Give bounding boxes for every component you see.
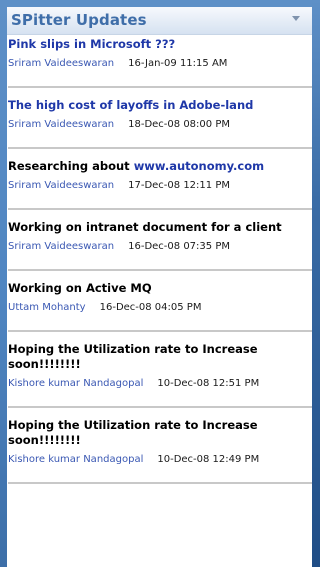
update-meta: Sriram Vaideeswaran 16-Dec-08 07:35 PM [8,237,312,257]
window-frame-right [312,0,320,567]
update-date: 16-Jan-09 11:15 AM [128,58,228,69]
author-link[interactable]: Kishore kumar Nandagopal [8,454,143,465]
spitter-updates-panel: SPitter Updates Pink slips in Microsoft … [7,7,312,567]
updates-list: Pink slips in Microsoft ??? Sriram Vaide… [7,35,312,484]
update-title: Hoping the Utilization rate to Increase … [8,342,258,371]
list-item: The high cost of layoffs in Adobe-land S… [8,96,312,149]
author-link[interactable]: Sriram Vaideeswaran [8,58,114,69]
update-date: 10-Dec-08 12:51 PM [157,378,260,389]
update-title: Researching about www.autonomy.com [8,159,312,174]
update-meta: Uttam Mohanty 16-Dec-08 04:05 PM [8,298,312,318]
author-link[interactable]: Uttam Mohanty [8,302,86,313]
update-date: 16-Dec-08 07:35 PM [128,241,230,252]
update-date: 17-Dec-08 12:11 PM [128,180,230,191]
panel-header: SPitter Updates [7,7,312,35]
update-date: 18-Dec-08 08:00 PM [128,119,230,130]
author-link[interactable]: Sriram Vaideeswaran [8,180,114,191]
list-item: Hoping the Utilization rate to Increase … [8,416,312,484]
update-title: Working on intranet document for a clien… [8,220,282,234]
website-link[interactable]: www.autonomy.com [134,159,264,173]
update-title: Hoping the Utilization rate to Increase … [8,418,258,447]
update-title-link[interactable]: Pink slips in Microsoft ??? [8,37,312,52]
update-meta: Sriram Vaideeswaran 16-Jan-09 11:15 AM [8,54,312,74]
author-link[interactable]: Kishore kumar Nandagopal [8,378,143,389]
update-meta: Kishore kumar Nandagopal 10-Dec-08 12:49 … [8,450,312,470]
update-title: Working on Active MQ [8,281,152,295]
list-item: Pink slips in Microsoft ??? Sriram Vaide… [8,35,312,88]
update-title-text: Researching about [8,159,134,173]
panel-title: SPitter Updates [11,11,147,29]
update-meta: Sriram Vaideeswaran 18-Dec-08 08:00 PM [8,115,312,135]
collapse-arrow-icon[interactable] [292,16,300,21]
window-frame-left [0,0,7,567]
update-date: 16-Dec-08 04:05 PM [99,302,202,313]
update-title-link[interactable]: The high cost of layoffs in Adobe-land [8,98,312,113]
update-meta: Sriram Vaideeswaran 17-Dec-08 12:11 PM [8,176,312,196]
list-item: Working on Active MQ Uttam Mohanty 16-Dec… [8,279,312,332]
update-date: 10-Dec-08 12:49 PM [157,454,260,465]
list-item: Researching about www.autonomy.com Srira… [8,157,312,210]
author-link[interactable]: Sriram Vaideeswaran [8,241,114,252]
list-item: Working on intranet document for a clien… [8,218,312,271]
author-link[interactable]: Sriram Vaideeswaran [8,119,114,130]
window-frame-top [0,0,320,7]
update-meta: Kishore kumar Nandagopal 10-Dec-08 12:51 … [8,374,312,394]
list-item: Hoping the Utilization rate to Increase … [8,340,312,408]
